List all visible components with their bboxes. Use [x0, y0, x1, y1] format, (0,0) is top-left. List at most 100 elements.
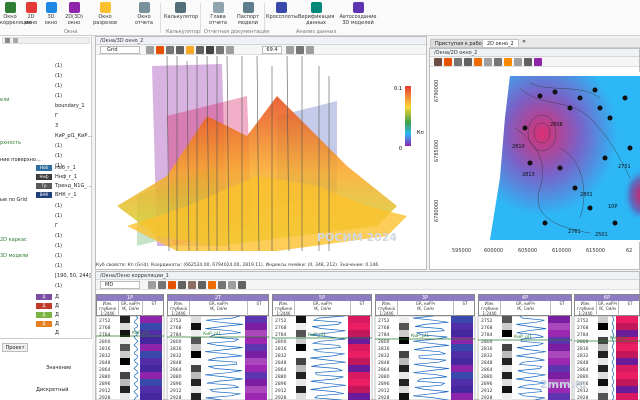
tree-item[interactable]: (1) — [55, 262, 62, 270]
zoom-icon[interactable] — [176, 46, 184, 54]
pointer-icon[interactable] — [444, 58, 452, 66]
window-2d-button[interactable]: 2D окно — [22, 2, 40, 28]
annotate-icon[interactable] — [504, 58, 512, 66]
depth-label: 2848 — [275, 360, 287, 366]
tree-item[interactable]: КиР_pl1_КиР... — [55, 132, 92, 140]
auto-3d-models-button[interactable]: Автосоздание 3D моделей — [338, 2, 378, 28]
well-header[interactable]: 4P Изм. глубина 1:2446 GR, киР/ч IK, См/м ST — [478, 294, 572, 317]
tree-item[interactable]: Д — [55, 329, 59, 337]
tree-group-label[interactable]: 2D каркас — [0, 236, 27, 244]
tree-item[interactable]: ВНК_г_1 — [55, 191, 77, 199]
report-window-button[interactable]: Окно отчета — [130, 2, 158, 28]
measure-icon[interactable] — [494, 58, 502, 66]
tree-item[interactable]: (1) — [55, 62, 62, 70]
tree-item[interactable]: boundary_1 — [55, 102, 85, 110]
flatten-icon[interactable] — [208, 281, 216, 289]
tab-2d-window[interactable]: 2D окно_2 — [482, 39, 519, 48]
tree-item[interactable]: 3 — [55, 122, 58, 130]
measure-icon[interactable] — [216, 46, 224, 54]
pan-icon[interactable] — [148, 281, 156, 289]
depth-label: 2848 — [99, 360, 111, 366]
fit-icon[interactable] — [178, 281, 186, 289]
grid-dropdown[interactable]: Grid — [100, 46, 140, 54]
ruler-icon[interactable] — [514, 58, 522, 66]
tree-item[interactable]: (1) — [55, 252, 62, 260]
tree-item[interactable]: Ноб_г_1 — [55, 164, 76, 172]
tree-item[interactable]: [190, 50, 244] — [55, 272, 91, 280]
map-2d[interactable]: 2810 2813 2761 2801 10P 2501 2808 2751 6… — [430, 68, 640, 270]
draw-icon[interactable] — [474, 58, 482, 66]
settings-icon[interactable] — [228, 281, 236, 289]
well-header[interactable]: 1P Изм. глубина 1:2446 GR, киР/ч IK, См/м ST — [96, 294, 164, 317]
tree-item[interactable]: (1) — [55, 92, 62, 100]
tree-item[interactable]: (1) — [55, 152, 62, 160]
tree-item[interactable]: Д — [55, 302, 59, 310]
expand-icon[interactable] — [5, 38, 10, 43]
tree-item[interactable]: Д — [55, 320, 59, 328]
tree-group-label[interactable]: ели — [0, 96, 10, 104]
grid-icon[interactable] — [198, 281, 206, 289]
project-tab[interactable]: Проект — [2, 343, 28, 352]
tree-item[interactable]: (1) — [55, 282, 62, 290]
tree-item[interactable]: Д — [55, 293, 59, 301]
tree-group-label[interactable]: рхность — [0, 139, 21, 147]
filter-icon[interactable] — [13, 38, 18, 43]
fit-icon[interactable] — [286, 46, 294, 54]
tree-item[interactable]: (1) — [55, 72, 62, 80]
model-passport-button[interactable]: Паспорт модели — [234, 2, 262, 28]
report-chapter-button[interactable]: Главa отчета — [206, 2, 230, 28]
light-icon[interactable] — [186, 46, 194, 54]
zoom-icon[interactable] — [158, 281, 166, 289]
md-dropdown[interactable]: MD — [100, 281, 140, 289]
view-icon[interactable] — [296, 46, 304, 54]
scene-3d[interactable]: 0 0.1 Кп РОСИМ 2024 — [97, 56, 425, 262]
window-3d-toolbar: Grid 69.4 — [96, 45, 426, 55]
well-header[interactable]: 6P Изм. глубина 1:2446 GR, киР/ч IK, См/м ST — [574, 294, 640, 317]
marker-icon[interactable] — [218, 281, 226, 289]
well-header[interactable]: 5P Изм. глубина 1:2446 GR, киР/ч IK, См/м ST — [272, 294, 372, 317]
zoom-field[interactable]: 69.4 — [262, 46, 282, 54]
color-icon[interactable] — [534, 58, 542, 66]
data-verification-button[interactable]: Верификация данных — [298, 2, 334, 28]
tree-item[interactable]: (1) — [55, 242, 62, 250]
tree-item[interactable]: (1) — [55, 212, 62, 220]
tree-item[interactable]: (1) — [55, 82, 62, 90]
window-3d-button[interactable]: 3D окно — [42, 2, 60, 28]
export-icon[interactable] — [306, 46, 314, 54]
rotate-icon[interactable] — [146, 46, 154, 54]
discrete-row[interactable]: Дискретный — [36, 387, 69, 393]
tree-item[interactable]: Г — [55, 222, 58, 230]
tree-item[interactable]: Д — [55, 311, 59, 319]
settings-icon[interactable] — [226, 46, 234, 54]
close-icon[interactable]: ✕ — [522, 39, 526, 45]
export-icon[interactable] — [238, 281, 246, 289]
calculator-button[interactable]: Калькулятор — [164, 2, 198, 28]
section-window-button[interactable]: Окно разрезов — [90, 2, 120, 28]
tree-group-label[interactable]: 3D модели — [0, 252, 28, 260]
tree-item[interactable]: Ннф_г_1 — [55, 173, 77, 181]
tree-item[interactable]: (1) — [55, 142, 62, 150]
track-icon[interactable] — [188, 281, 196, 289]
pan-icon[interactable] — [454, 58, 462, 66]
export-icon[interactable] — [524, 58, 532, 66]
crossplots-button[interactable]: Кроссплоты — [266, 2, 298, 28]
well-header[interactable]: 2T Изм. глубина 1:2446 GR, киР/ч IK, См/м ST — [167, 294, 269, 317]
pan-icon[interactable] — [166, 46, 174, 54]
select-icon[interactable] — [206, 46, 214, 54]
tree-item[interactable]: Г — [55, 112, 58, 120]
tree-group-label[interactable]: ые по Grid — [0, 196, 27, 204]
pointer-icon[interactable] — [168, 281, 176, 289]
correlation-window-button[interactable]: Окно корреляции — [0, 2, 32, 28]
tree-group-label[interactable]: ние поверхно... — [0, 156, 41, 164]
layers-icon[interactable] — [434, 58, 442, 66]
tree-item[interactable]: Тренд_N1G_... — [55, 182, 92, 190]
tree-item[interactable]: (1) — [55, 202, 62, 210]
zoom-icon[interactable] — [464, 58, 472, 66]
window-2d3d-button[interactable]: 2D(3D) окно — [62, 2, 86, 28]
pointer-icon[interactable] — [156, 46, 164, 54]
tree-item[interactable]: (1) — [55, 232, 62, 240]
well-header[interactable]: 3P Изм. глубина 1:2446 GR, киР/ч IK, См/м ST — [375, 294, 475, 317]
property-cell — [616, 393, 638, 400]
camera-icon[interactable] — [196, 46, 204, 54]
select-icon[interactable] — [484, 58, 492, 66]
